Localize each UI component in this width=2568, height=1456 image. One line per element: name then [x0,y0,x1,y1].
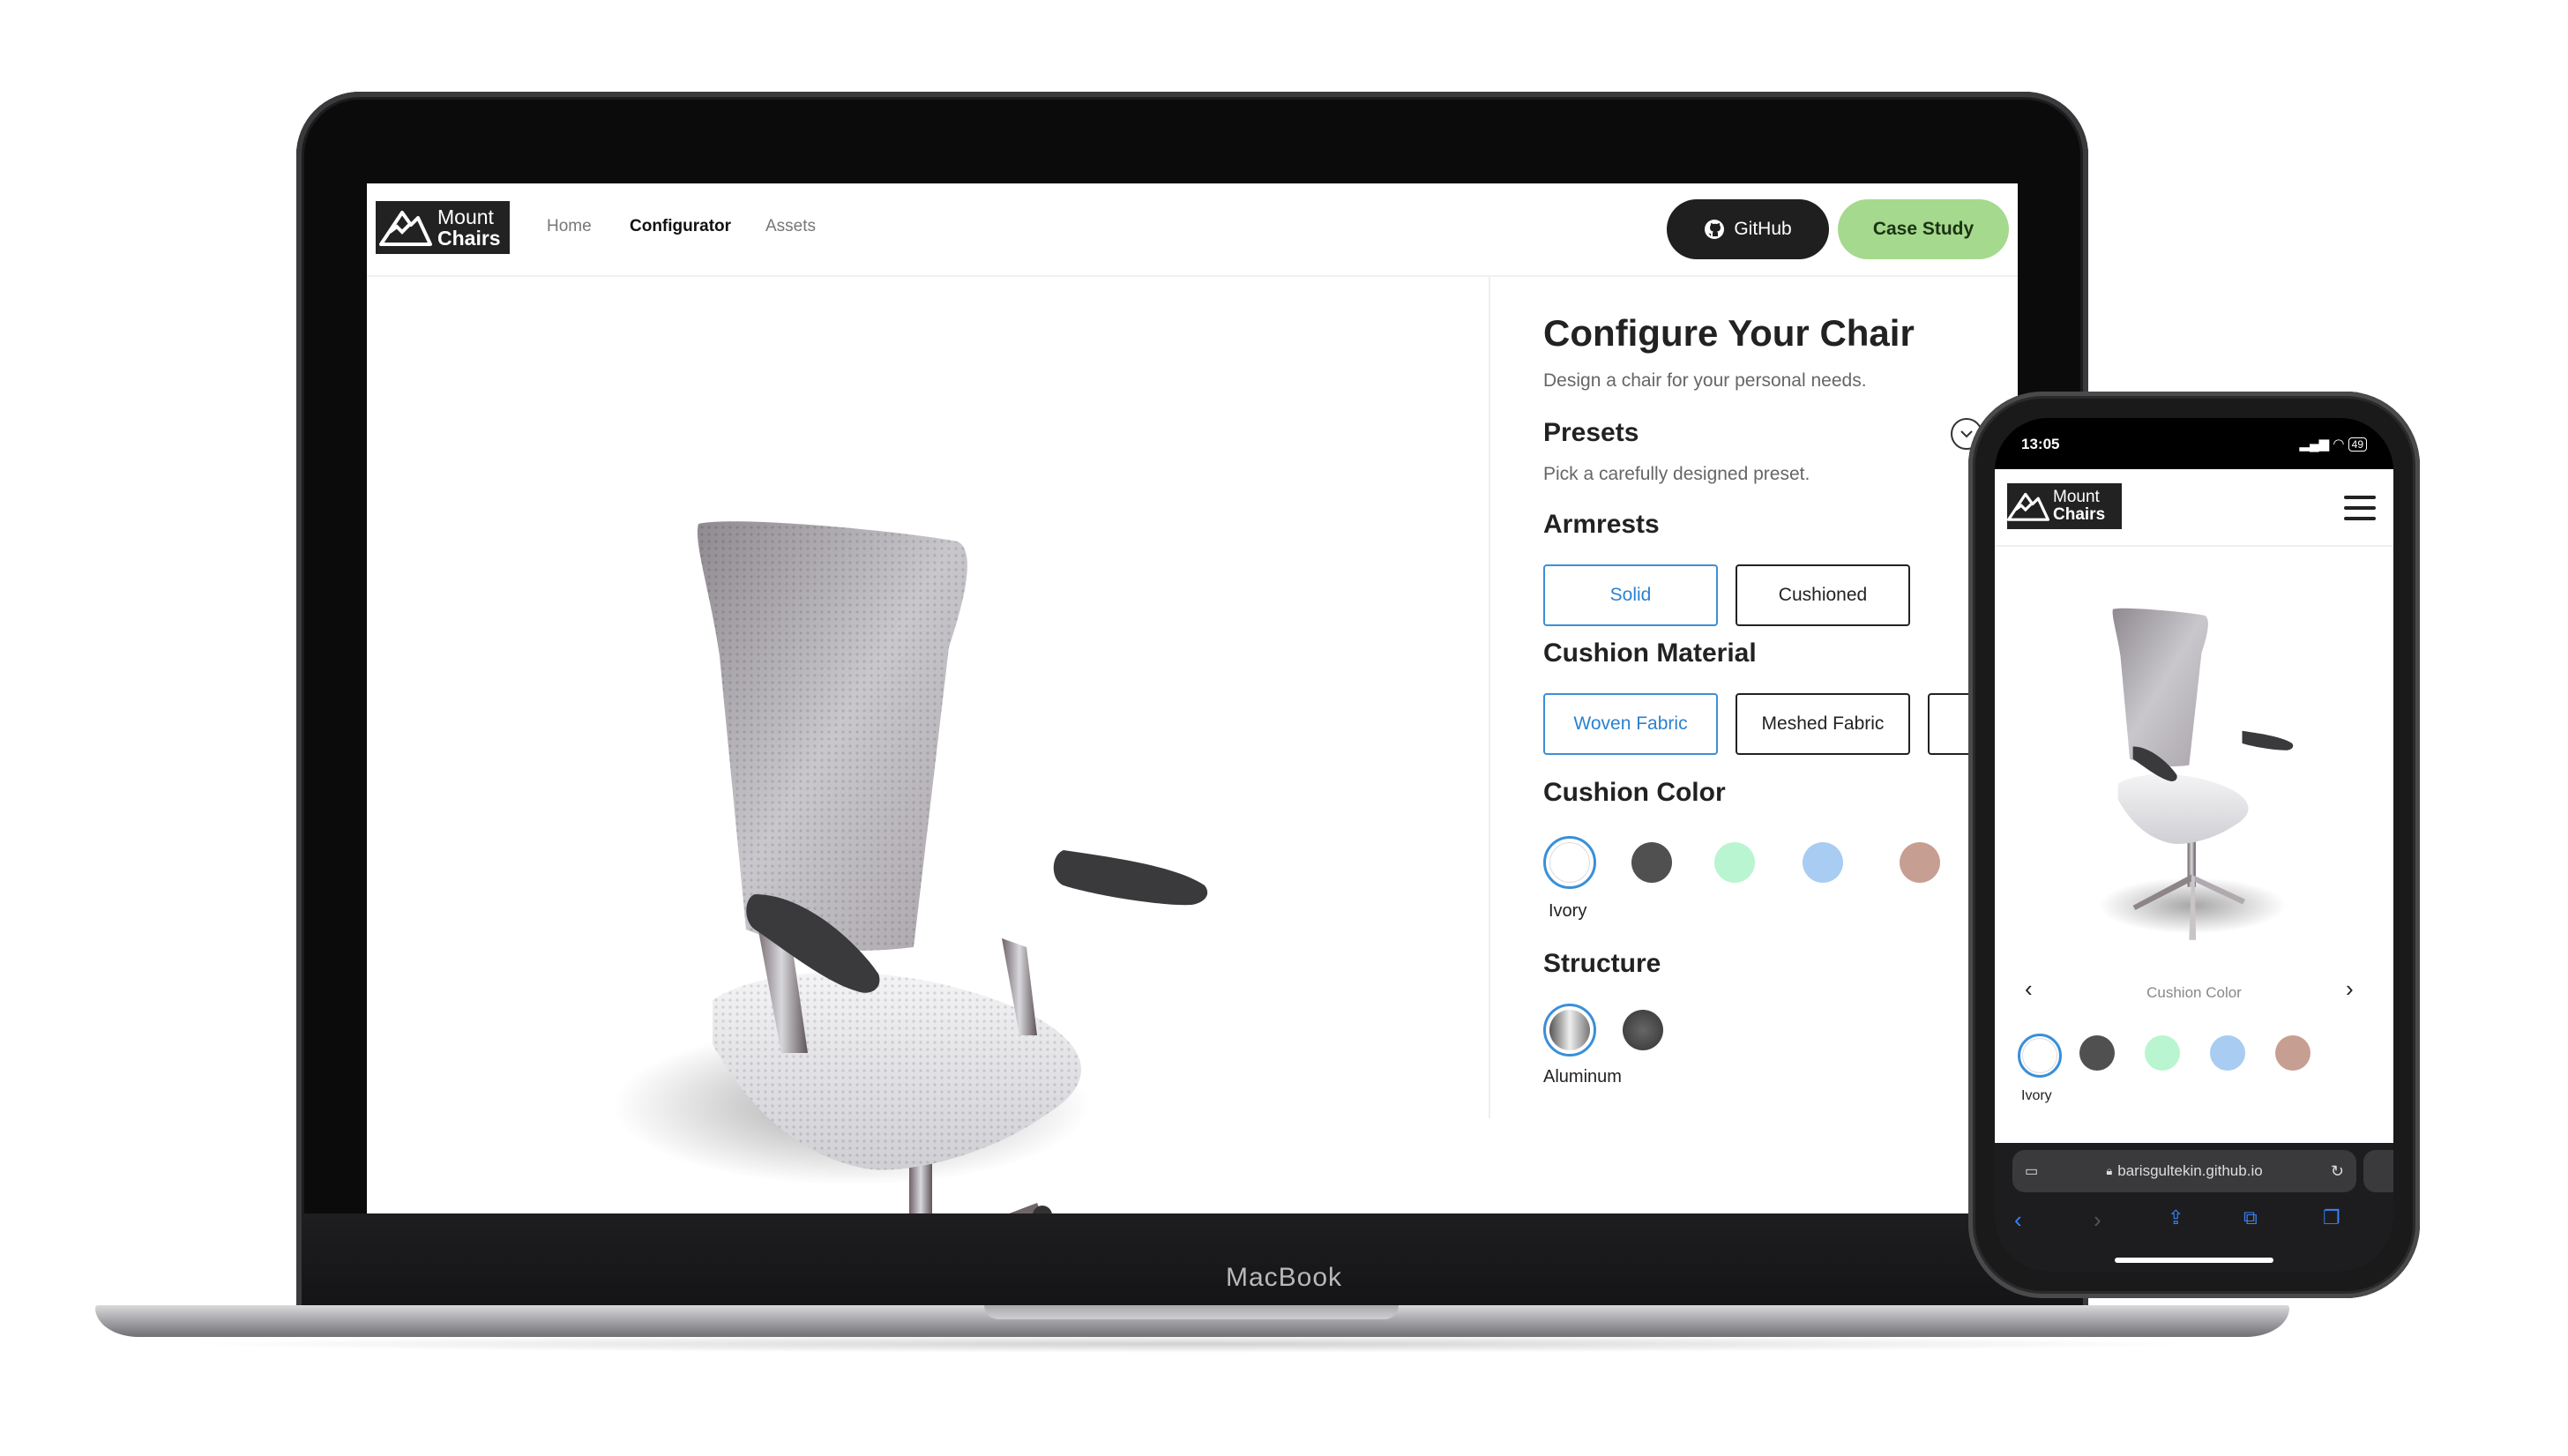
mobile-color-ivory[interactable] [2022,1038,2057,1073]
back-icon[interactable]: ‹ [2014,1206,2022,1234]
material-option-woven-fabric[interactable]: Woven Fabric [1543,693,1718,755]
cushion-color-mint[interactable] [1714,842,1755,883]
nav-link-configurator[interactable]: Configurator [630,217,731,236]
github-button[interactable]: GitHub [1667,199,1829,259]
structure-selected-label: Aluminum [1543,1067,1622,1086]
mobile-chair-viewer[interactable] [1995,547,2393,952]
mobile-app: Mount Chairs ‹ Cushion Color › Ivory [1995,469,2393,1143]
cushion-color-ivory[interactable] [1549,842,1590,883]
github-label: GitHub [1734,219,1792,239]
cushion-color-heading: Cushion Color [1543,778,1726,807]
configuration-panel: Configure Your Chair Design a chair for … [1543,277,2018,1212]
desktop-screen: Mount Chairs Home Configurator Assets Gi… [367,183,2018,1213]
mobile-option-carousel: ‹ Cushion Color › [1995,975,2393,1011]
chevron-down-icon [1960,430,1973,438]
home-indicator [2115,1258,2273,1263]
share-icon[interactable]: ⇪ [2168,1206,2184,1229]
laptop-hinge-notch [984,1305,1399,1319]
mobile-header: Mount Chairs [1995,469,2393,547]
presets-description: Pick a carefully designed preset. [1543,464,1810,484]
tabs-icon[interactable]: ❐ [2323,1206,2340,1229]
mountain-logo-icon [2007,492,2049,521]
logo-text: Mount Chairs [437,206,501,249]
mobile-screen: 13:05 ▂▄▆ ◠ 49 Mount Chairs ‹ Cushion Co… [1995,418,2393,1272]
status-icons: ▂▄▆ ◠ 49 [2299,436,2367,452]
url-text: barisgultekin.github.io [2117,1162,2263,1179]
forward-icon[interactable]: › [2094,1206,2101,1234]
mobile-color-charcoal[interactable] [2079,1035,2115,1071]
chair-3d-viewer[interactable] [367,277,1489,1213]
laptop-chin [302,1213,2083,1309]
status-time: 13:05 [2021,436,2060,452]
laptop-shadow [176,1335,2205,1353]
brand-logo[interactable]: Mount Chairs [376,201,510,254]
cushion-color-selected-label: Ivory [1549,901,1587,921]
cushion-material-heading: Cushion Material [1543,638,1757,668]
carousel-next-button[interactable]: › [2346,975,2354,1003]
cushion-color-sky-blue[interactable] [1803,842,1843,883]
carousel-caption: Cushion Color [2146,984,2242,1001]
armrest-option-solid[interactable]: Solid [1543,564,1718,626]
bookmarks-icon[interactable]: ⧉ [2243,1206,2258,1229]
case-study-button[interactable]: Case Study [1838,199,2009,259]
address-bar[interactable]: ▭ 🔒︎ barisgultekin.github.io ↻ [2012,1150,2356,1192]
signal-icon: ▂▄▆ [2299,437,2330,452]
wifi-icon: ◠ [2333,437,2345,452]
mobile-logo-text: Mount Chairs [2053,489,2105,524]
office-chair-render-mobile [2098,608,2294,940]
top-navbar: Mount Chairs Home Configurator Assets Gi… [367,183,2018,277]
page-menu-icon[interactable]: ▭ [2025,1162,2038,1180]
material-option-meshed-fabric[interactable]: Meshed Fabric [1736,693,1910,755]
safari-toolbar: ▭ 🔒︎ barisgultekin.github.io ↻ ‹ › ⇪ ⧉ ❐ [1995,1143,2393,1272]
nav-link-assets[interactable]: Assets [765,217,816,236]
github-icon [1705,220,1725,239]
next-tab-peek [2363,1150,2393,1192]
mountain-logo-icon [379,211,432,246]
cushion-color-rose[interactable] [1900,842,1940,883]
mobile-color-sky-blue[interactable] [2210,1035,2245,1071]
phone-notch [2106,418,2282,457]
lock-icon: 🔒︎ [2106,1164,2113,1177]
reload-icon[interactable]: ↻ [2331,1162,2344,1181]
panel-title: Configure Your Chair [1543,312,1915,354]
logo-line-2: Chairs [437,227,501,250]
structure-dark-metal-swatch[interactable] [1623,1010,1663,1050]
structure-aluminum-swatch[interactable] [1549,1010,1590,1050]
office-chair-render [614,521,1208,1213]
mobile-color-mint[interactable] [2145,1035,2180,1071]
logo-line-1: Mount [437,205,494,228]
nav-link-home[interactable]: Home [547,217,592,236]
armrest-option-cushioned[interactable]: Cushioned [1736,564,1910,626]
battery-icon: 49 [2348,437,2367,452]
mobile-logo-line-2: Chairs [2053,505,2106,524]
cushion-color-charcoal[interactable] [1631,842,1672,883]
structure-heading: Structure [1543,949,1661,978]
mobile-color-rose[interactable] [2275,1035,2310,1071]
armrests-heading: Armrests [1543,510,1660,539]
mobile-logo-line-1: Mount [2053,488,2100,506]
hamburger-menu-icon[interactable] [2344,496,2376,520]
panel-divider [1489,277,1490,1118]
mobile-brand-logo[interactable]: Mount Chairs [2007,483,2122,529]
mobile-color-selected-label: Ivory [2021,1088,2052,1103]
presets-heading: Presets [1543,418,1639,447]
panel-subtitle: Design a chair for your personal needs. [1543,370,1867,391]
